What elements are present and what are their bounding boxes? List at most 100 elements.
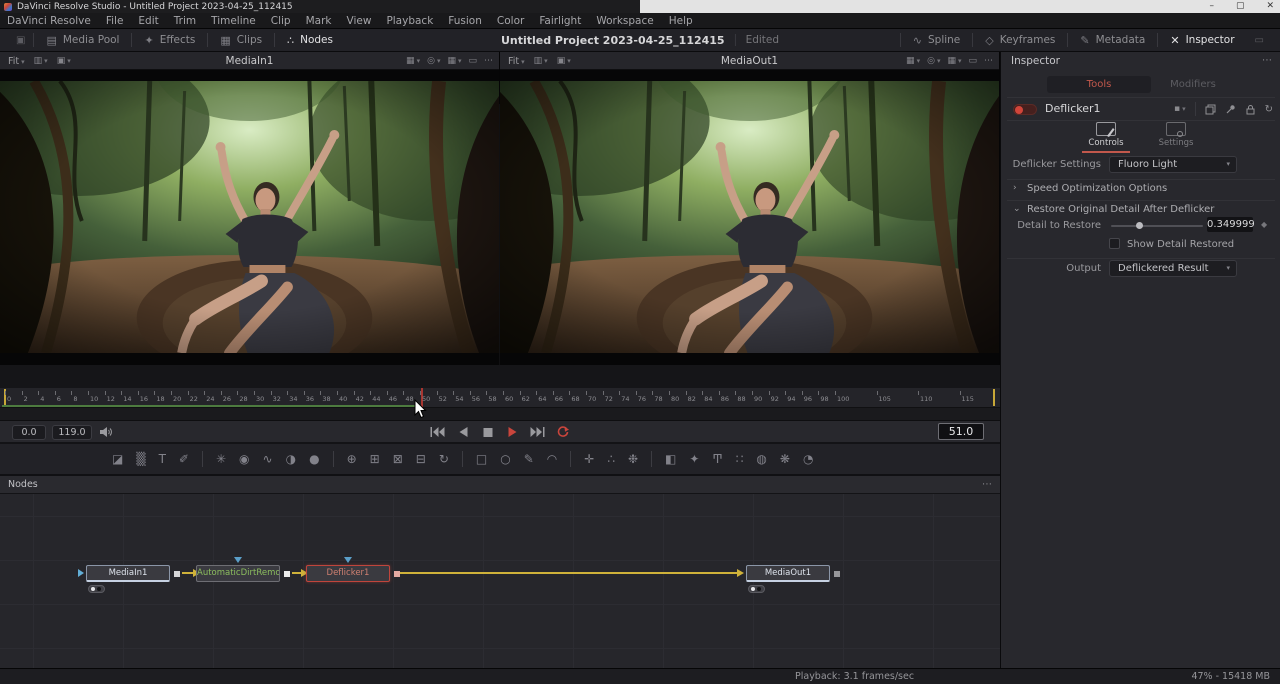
tool-tracker-icon[interactable]: ✛: [584, 453, 594, 465]
pin-icon[interactable]: [1225, 104, 1236, 115]
tool-matte-control-icon[interactable]: ⊞: [370, 453, 380, 465]
node-automaticdirtremov-output[interactable]: [284, 571, 290, 577]
channel-dropdown[interactable]: ▣▾: [557, 56, 571, 66]
tool-shape-3d-icon[interactable]: ✦: [689, 453, 699, 465]
range-end-marker[interactable]: [993, 389, 995, 406]
tool-merge-icon[interactable]: ⊕: [347, 453, 357, 465]
tool-bspline-mask-icon[interactable]: ◠: [547, 453, 557, 465]
tool-blur-icon[interactable]: ●: [309, 453, 319, 465]
go-to-first-frame-button[interactable]: [430, 424, 446, 440]
go-to-last-frame-button[interactable]: [530, 424, 546, 440]
roi-dropdown-icon[interactable]: ▦▾: [406, 56, 420, 66]
inspector-button[interactable]: ✕Inspector: [1158, 29, 1246, 51]
minimize-button[interactable]: –: [1209, 0, 1214, 13]
guides-dropdown-icon[interactable]: ▦▾: [947, 56, 961, 66]
menu-color[interactable]: Color: [497, 15, 524, 27]
node-mediaout1[interactable]: MediaOut1: [746, 565, 830, 582]
node-automaticdirtremov-mask-input[interactable]: [234, 557, 242, 563]
tool-ellipse-mask-icon[interactable]: ○: [500, 453, 510, 465]
menu-trim[interactable]: Trim: [174, 15, 196, 27]
timeline-scrollbar[interactable]: [0, 408, 1000, 420]
expand-viewer-icon[interactable]: ▭: [968, 56, 977, 66]
copy-settings-icon[interactable]: [1205, 104, 1216, 115]
subtab-controls[interactable]: Controls: [1080, 122, 1132, 156]
media-pool-button[interactable]: ▤Media Pool: [34, 29, 131, 51]
node-mediaout1-thumbnail-toggle[interactable]: [748, 585, 765, 593]
node-deflicker1[interactable]: Deflicker1: [306, 565, 390, 582]
show-detail-restored-checkbox[interactable]: [1109, 238, 1120, 249]
deflicker-settings-dropdown[interactable]: Fluoro Light▾: [1109, 156, 1237, 173]
node-mediain1-thumbnail-toggle[interactable]: [88, 585, 105, 593]
menu-help[interactable]: Help: [669, 15, 693, 27]
current-frame-field[interactable]: 51.0: [938, 423, 984, 440]
menu-fairlight[interactable]: Fairlight: [539, 15, 581, 27]
tool-renderer-3d-icon[interactable]: ◔: [803, 453, 813, 465]
close-button[interactable]: ✕: [1266, 0, 1274, 13]
range-in-field[interactable]: 0.0: [12, 425, 46, 440]
node-deflicker1-output[interactable]: [394, 571, 400, 577]
node-mediaout1-output[interactable]: [834, 571, 840, 577]
menu-workspace[interactable]: Workspace: [596, 15, 653, 27]
menu-fusion[interactable]: Fusion: [448, 15, 482, 27]
expand-viewer-icon[interactable]: ▭: [468, 56, 477, 66]
tool-paint-icon[interactable]: ✐: [179, 453, 189, 465]
viewer-options-icon[interactable]: ⋯: [984, 56, 993, 66]
clips-button[interactable]: ▦Clips: [208, 29, 274, 51]
viewer-right-canvas[interactable]: 3936x2144xfloat16: [500, 70, 999, 365]
node-mediain1-output[interactable]: [174, 571, 180, 577]
lut-dropdown-icon[interactable]: ◎▾: [927, 56, 940, 66]
channel-dropdown[interactable]: ▣▾: [57, 56, 71, 66]
ab-buffer-dropdown[interactable]: ▥▾: [34, 56, 48, 66]
tool-hue-curves-icon[interactable]: ∿: [263, 453, 273, 465]
tool-camera-3d-icon[interactable]: ◍: [756, 453, 766, 465]
tool-particles-icon[interactable]: ❋: [780, 453, 790, 465]
node-enable-toggle[interactable]: [1013, 104, 1037, 115]
tool-text-3d-icon[interactable]: Ͳ: [712, 453, 722, 465]
tool-camera-tracker-icon[interactable]: ❉: [628, 453, 638, 465]
tool-text-icon[interactable]: T: [159, 453, 166, 465]
restore-detail-section[interactable]: ⌄ Restore Original Detail After Deflicke…: [1001, 204, 1280, 218]
node-deflicker1-mask-input[interactable]: [344, 557, 352, 563]
tool-merge-3d-icon[interactable]: ∷: [736, 453, 744, 465]
metadata-button[interactable]: ✎Metadata: [1068, 29, 1157, 51]
reset-icon[interactable]: ↻: [1265, 104, 1273, 115]
menu-clip[interactable]: Clip: [271, 15, 291, 27]
inspector-options-icon[interactable]: ⋯: [1262, 52, 1272, 70]
panel-splitter[interactable]: [0, 365, 1000, 388]
menu-file[interactable]: File: [106, 15, 124, 27]
cleanfeed-monitor-icon[interactable]: ▭: [1247, 35, 1272, 46]
menu-playback[interactable]: Playback: [386, 15, 433, 27]
menu-timeline[interactable]: Timeline: [211, 15, 256, 27]
node-automaticdirtremov[interactable]: AutomaticDirtRemov...: [196, 565, 280, 582]
tool-planar-tracker-icon[interactable]: ∴: [607, 453, 615, 465]
effects-button[interactable]: ✦Effects: [132, 29, 207, 51]
roi-dropdown-icon[interactable]: ▦▾: [906, 56, 920, 66]
mediain-input-triangle[interactable]: [78, 569, 84, 577]
output-dropdown[interactable]: Deflickered Result▾: [1109, 260, 1237, 277]
node-graph[interactable]: MediaIn1 AutomaticDirtRemov... Deflicker1 M…: [0, 494, 1000, 668]
tool-background-icon[interactable]: ◪: [112, 453, 123, 465]
lut-dropdown-icon[interactable]: ◎▾: [427, 56, 440, 66]
maximize-button[interactable]: ▢: [1236, 0, 1245, 13]
node-mediain1[interactable]: MediaIn1: [86, 565, 170, 582]
speed-optimization-section[interactable]: › Speed Optimization Options: [1001, 183, 1280, 197]
nodes-panel-header[interactable]: Nodes ⋯: [0, 476, 1000, 494]
viewer-options-icon[interactable]: ⋯: [484, 56, 493, 66]
tool-polygon-mask-icon[interactable]: ✎: [524, 453, 534, 465]
tool-rectangle-mask-icon[interactable]: □: [476, 453, 487, 465]
tool-color-curves-icon[interactable]: ◉: [239, 453, 249, 465]
detail-to-restore-value[interactable]: 0.349999: [1207, 217, 1253, 232]
loop-button[interactable]: [555, 424, 571, 440]
tool-color-corrector-icon[interactable]: ✳: [216, 453, 226, 465]
keyframe-icon[interactable]: ◆: [1261, 220, 1267, 229]
spline-button[interactable]: ∿Spline: [901, 29, 973, 51]
play-reverse-button[interactable]: [455, 424, 471, 440]
guides-dropdown-icon[interactable]: ▦▾: [447, 56, 461, 66]
menu-davinci-resolve[interactable]: DaVinci Resolve: [7, 15, 91, 27]
tool-delta-keyer-icon[interactable]: ⊟: [416, 453, 426, 465]
ui-layout-icon[interactable]: ▣: [8, 35, 33, 46]
tab-tools[interactable]: Tools: [1047, 76, 1151, 93]
keyframes-button[interactable]: ◇Keyframes: [973, 29, 1067, 51]
nodes-options-icon[interactable]: ⋯: [982, 476, 992, 494]
menu-edit[interactable]: Edit: [138, 15, 158, 27]
